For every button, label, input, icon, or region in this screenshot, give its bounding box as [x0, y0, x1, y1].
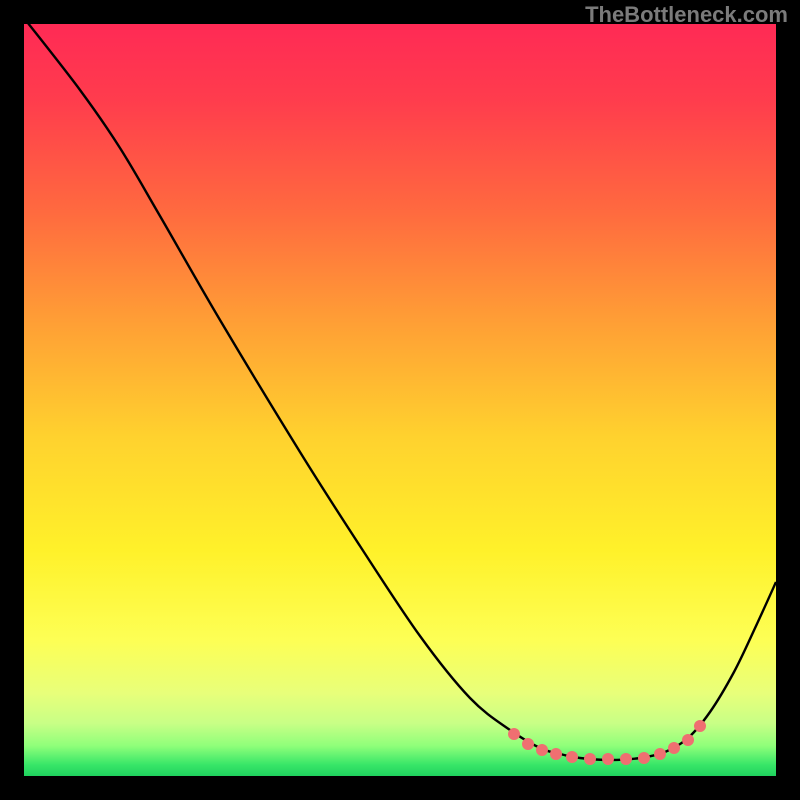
- bottleneck-chart: [0, 0, 800, 800]
- watermark-text: TheBottleneck.com: [585, 2, 788, 28]
- chart-container: { "watermark": "TheBottleneck.com", "cha…: [0, 0, 800, 800]
- marker-dot: [584, 753, 596, 765]
- marker-dot: [620, 753, 632, 765]
- gradient-background: [24, 24, 776, 776]
- marker-dot: [550, 748, 562, 760]
- marker-dot: [638, 752, 650, 764]
- marker-dot: [522, 738, 534, 750]
- marker-dot: [508, 728, 520, 740]
- marker-dot: [682, 734, 694, 746]
- marker-dot: [694, 720, 706, 732]
- marker-dot: [602, 753, 614, 765]
- marker-dot: [654, 748, 666, 760]
- marker-dot: [566, 751, 578, 763]
- marker-dot: [668, 742, 680, 754]
- marker-dot: [536, 744, 548, 756]
